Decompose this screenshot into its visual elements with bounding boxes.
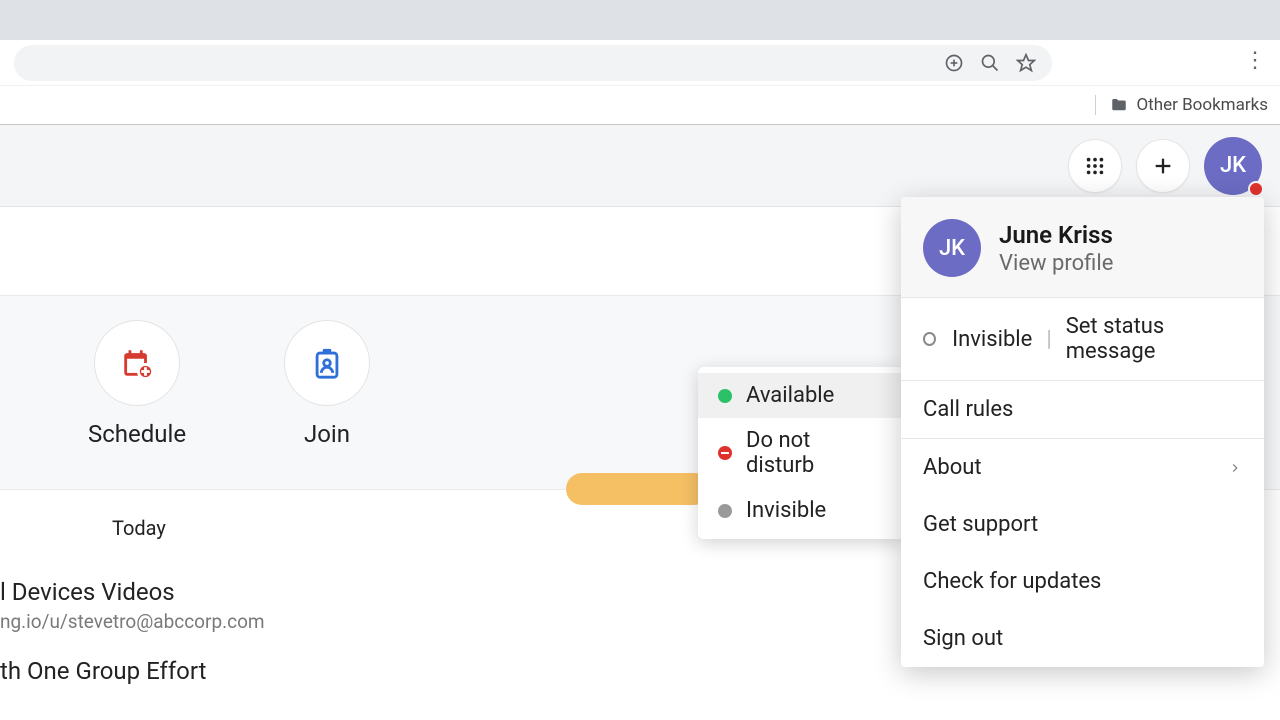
divider: | <box>1046 327 1051 352</box>
schedule-label: Schedule <box>88 420 186 448</box>
bookmarks-bar: Other Bookmarks <box>0 86 1280 125</box>
profile-name: June Kriss <box>999 221 1113 249</box>
sign-out-item[interactable]: Sign out <box>901 610 1264 667</box>
check-updates-item[interactable]: Check for updates <box>901 553 1264 610</box>
chevron-right-icon <box>1228 461 1242 475</box>
add-button[interactable] <box>1136 139 1190 193</box>
folder-icon <box>1110 96 1128 114</box>
star-icon[interactable] <box>1008 45 1044 81</box>
status-option-label: Invisible <box>746 498 826 523</box>
status-option-label: Available <box>746 383 834 408</box>
status-option-dnd[interactable]: Do not disturb <box>698 418 904 488</box>
status-option-label: Do not disturb <box>746 428 884 478</box>
about-label: About <box>923 455 982 480</box>
status-dot-dnd-icon <box>718 446 732 460</box>
profile-dropdown: JK June Kriss View profile Invisible | S… <box>901 197 1264 667</box>
dialpad-button[interactable] <box>1068 139 1122 193</box>
divider <box>1095 95 1096 115</box>
status-option-invisible[interactable]: Invisible <box>698 488 904 533</box>
join-label: Join <box>304 420 350 448</box>
schedule-icon <box>94 320 180 406</box>
status-indicator-icon <box>1248 181 1264 197</box>
view-profile-link[interactable]: View profile <box>999 251 1113 276</box>
set-status-message-link[interactable]: Set status message <box>1066 314 1242 364</box>
browser-tab-strip <box>0 0 1280 40</box>
status-option-available[interactable]: Available <box>698 373 904 418</box>
join-action[interactable]: Join <box>262 320 392 448</box>
about-item[interactable]: About <box>901 439 1264 496</box>
add-page-icon[interactable] <box>936 45 972 81</box>
notification-pill[interactable] <box>566 473 710 505</box>
profile-header[interactable]: JK June Kriss View profile <box>901 197 1264 297</box>
content-area: Schedule Join Today l Devices Videos ng.… <box>0 207 1280 720</box>
dropdown-avatar: JK <box>923 219 981 277</box>
call-rules-item[interactable]: Call rules <box>901 381 1264 438</box>
browser-address-bar: ⋮ <box>0 40 1280 86</box>
join-icon <box>284 320 370 406</box>
get-support-item[interactable]: Get support <box>901 496 1264 553</box>
status-invisible-icon <box>923 332 936 346</box>
schedule-action[interactable]: Schedule <box>72 320 202 448</box>
avatar-initials: JK <box>1220 153 1246 178</box>
status-submenu: Available Do not disturb Invisible <box>698 367 904 539</box>
status-row[interactable]: Invisible | Set status message <box>901 298 1264 380</box>
omnibox[interactable] <box>14 45 1052 81</box>
status-dot-invisible-icon <box>718 504 732 518</box>
zoom-icon[interactable] <box>972 45 1008 81</box>
other-bookmarks-link[interactable]: Other Bookmarks <box>1136 95 1268 115</box>
app-header: JK <box>0 125 1280 207</box>
current-status-label: Invisible <box>952 327 1032 352</box>
avatar[interactable]: JK <box>1204 137 1262 195</box>
status-dot-available-icon <box>718 389 732 403</box>
